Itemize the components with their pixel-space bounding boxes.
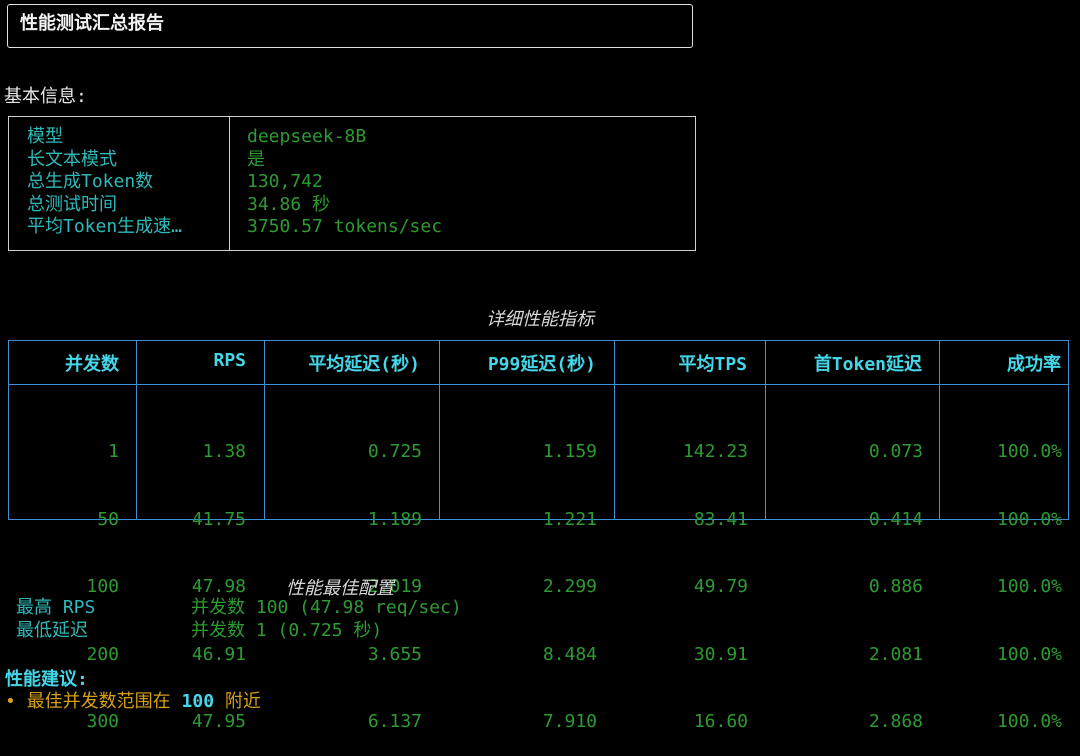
perf-header-success-rate: 成功率 (1007, 354, 1061, 375)
table-cell: 100.0% (996, 576, 1062, 597)
advice-number: 100 (181, 691, 215, 712)
table-cell: 100 (86, 576, 119, 597)
info-value-model: deepseek-8B (247, 126, 367, 147)
best-config-values: 并发数 100 (47.98 req/sec) 并发数 1 (0.725 秒) (191, 597, 462, 642)
table-cell: 47.98 (191, 576, 246, 597)
perf-table-caption: 详细性能指标 (486, 309, 594, 330)
table-cell: 16.60 (693, 711, 748, 732)
table-cell: 49.79 (693, 576, 748, 597)
table-cell: 100.0% (996, 643, 1062, 665)
table-cell: 0.073 (868, 441, 923, 462)
perf-table-header-divider (8, 384, 1069, 385)
info-value-total-time: 34.86 秒 (247, 193, 331, 215)
table-cell: 300 (86, 711, 119, 732)
table-cell: 83.41 (693, 508, 748, 530)
table-cell: 1.189 (367, 508, 422, 530)
info-key-total-tokens: 总生成Token数 (27, 171, 154, 192)
table-cell: 0.725 (367, 441, 422, 462)
basic-info-divider (229, 116, 230, 251)
perf-header-avg-tps: 平均TPS (678, 354, 747, 375)
table-cell: 100.0% (996, 508, 1062, 530)
table-cell: 200 (86, 643, 119, 665)
report-title: 性能测试汇总报告 (20, 13, 164, 34)
advice-item: • 最佳并发数范围在 100 附近 (5, 687, 261, 713)
table-cell: 2.081 (868, 643, 923, 665)
table-cell: 0.414 (868, 508, 923, 530)
best-value-max-rps: 并发数 100 (47.98 req/sec) (191, 597, 462, 618)
table-cell: 8.484 (542, 643, 597, 665)
table-cell: 1 (108, 441, 119, 462)
table-cell: 41.75 (191, 508, 246, 530)
table-cell: 100.0% (996, 711, 1062, 732)
basic-info-values: deepseek-8B 是 130,742 34.86 秒 3750.57 to… (247, 126, 442, 239)
perf-header-rps: RPS (213, 350, 246, 371)
info-key-avg-token-speed: 平均Token生成速… (27, 216, 183, 237)
best-key-max-rps: 最高 RPS (16, 597, 96, 618)
basic-info-keys: 模型 长文本模式 总生成Token数 总测试时间 平均Token生成速… (27, 126, 182, 239)
info-value-long-text-mode: 是 (247, 148, 265, 170)
advice-prefix: 最佳并发数范围在 (26, 691, 171, 712)
advice-suffix: 附近 (224, 691, 261, 712)
best-key-min-latency: 最低延迟 (16, 619, 88, 641)
table-cell: 6.137 (367, 711, 422, 732)
table-cell: 46.91 (191, 643, 246, 665)
perf-header-first-token-latency: 首Token延迟 (813, 354, 922, 375)
perf-col-first-token-latency: 0.073 0.414 0.886 2.081 2.868 (766, 396, 923, 756)
perf-col-success-rate: 100.0% 100.0% 100.0% 100.0% 100.0% (940, 396, 1062, 756)
basic-info-label: 基本信息: (4, 86, 87, 107)
table-cell: 50 (97, 508, 119, 530)
perf-header-concurrency: 并发数 (65, 354, 119, 375)
info-key-model: 模型 (27, 126, 63, 147)
perf-header-avg-latency: 平均延迟(秒) (308, 354, 420, 375)
table-cell: 1.38 (202, 441, 246, 462)
table-cell: 3.655 (367, 643, 422, 665)
table-cell: 100.0% (996, 441, 1062, 462)
table-cell: 1.159 (542, 441, 597, 462)
table-cell: 7.910 (542, 711, 597, 732)
table-cell: 2.868 (868, 711, 923, 732)
best-config-keys: 最高 RPS 最低延迟 (16, 597, 95, 642)
perf-col-p99-latency: 1.159 1.221 2.299 8.484 7.910 (440, 396, 597, 756)
table-cell: 30.91 (693, 643, 748, 665)
perf-header-p99-latency: P99延迟(秒) (487, 354, 596, 375)
table-cell: 1.221 (542, 508, 597, 530)
table-cell: 0.886 (868, 576, 923, 597)
info-value-total-tokens: 130,742 (247, 171, 323, 192)
best-value-min-latency: 并发数 1 (0.725 秒) (191, 619, 383, 641)
perf-col-avg-tps: 142.23 83.41 49.79 30.91 16.60 (615, 396, 748, 756)
table-cell: 47.95 (191, 711, 246, 732)
info-value-avg-token-speed: 3750.57 tokens/sec (247, 216, 443, 237)
table-cell: 2.299 (542, 576, 597, 597)
bullet-icon: • (5, 691, 16, 712)
table-cell: 142.23 (682, 441, 748, 462)
info-key-total-time: 总测试时间 (27, 193, 117, 215)
info-key-long-text-mode: 长文本模式 (27, 148, 117, 170)
